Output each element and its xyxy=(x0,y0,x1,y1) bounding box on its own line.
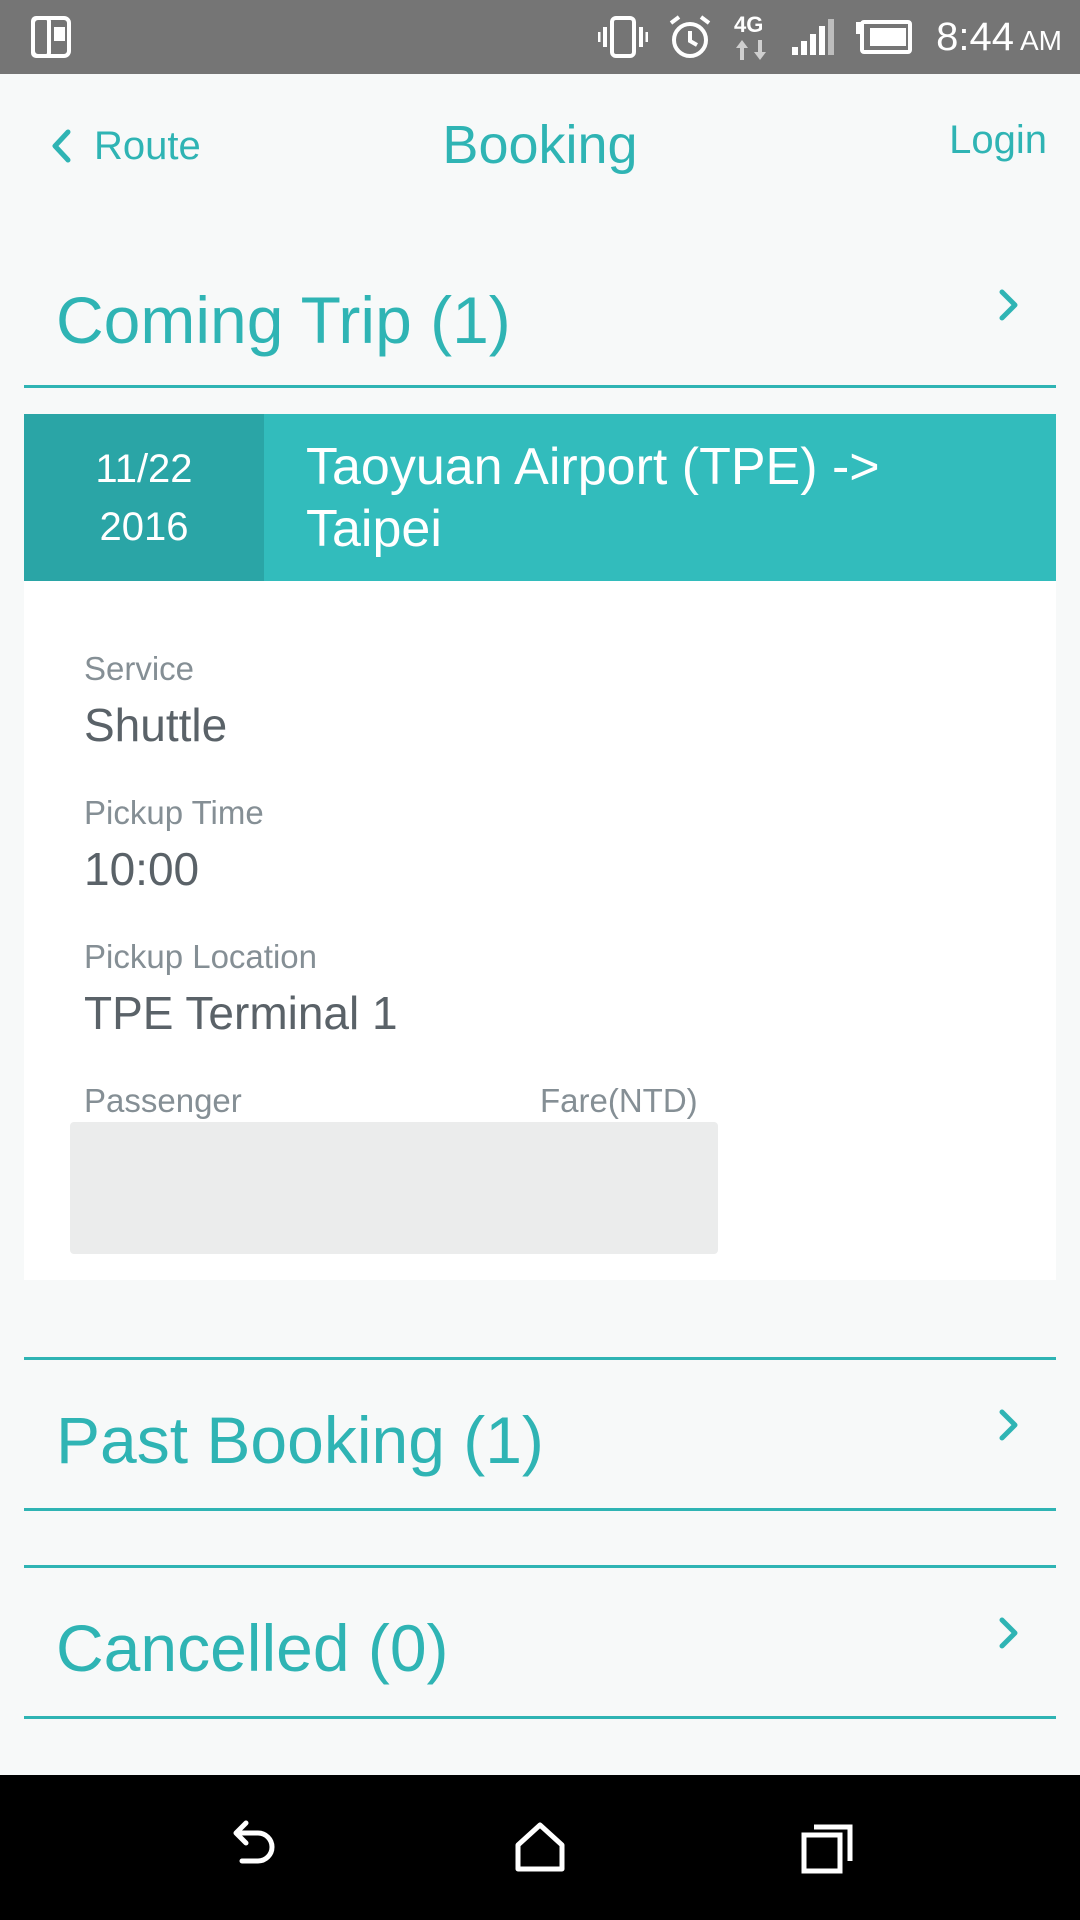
clock: 8:44 AM xyxy=(936,14,1062,59)
battery-icon xyxy=(856,20,913,54)
trip-date-day: 11/22 xyxy=(95,447,193,491)
status-bar: 4G 8:44 AM xyxy=(0,0,1080,74)
4g-data-icon: 4G xyxy=(734,12,767,60)
screen-mirror-icon xyxy=(30,15,72,59)
login-link[interactable]: Login xyxy=(949,118,1047,163)
app-header: Route Booking Login xyxy=(0,74,1080,214)
recent-apps-icon[interactable] xyxy=(798,1817,858,1877)
section-past-booking[interactable]: Past Booking (1) xyxy=(24,1360,1056,1508)
pickup-time-value: 10:00 xyxy=(84,843,200,895)
divider xyxy=(24,385,1056,388)
chevron-right-icon xyxy=(999,1409,1018,1441)
divider xyxy=(24,1716,1056,1719)
service-label: Service xyxy=(84,650,195,687)
system-nav-bar xyxy=(0,1775,1080,1920)
pickup-location-value: TPE Terminal 1 xyxy=(84,987,398,1039)
page-title: Booking xyxy=(442,115,638,175)
passenger-label: Passenger xyxy=(84,1082,242,1119)
back-icon[interactable] xyxy=(222,1817,282,1877)
service-value: Shuttle xyxy=(84,699,228,751)
section-coming-trip[interactable]: Coming Trip (1) xyxy=(24,262,1056,382)
chevron-right-icon xyxy=(999,1617,1018,1649)
section-past-booking-label: Past Booking (1) xyxy=(56,1403,544,1477)
trip-route: Taoyuan Airport (TPE) -> Taipei xyxy=(306,438,880,558)
vibrate-icon xyxy=(598,16,649,58)
trip-card-header: 11/22 2016 Taoyuan Airport (TPE) -> Taip… xyxy=(24,414,1056,581)
section-cancelled-label: Cancelled (0) xyxy=(56,1611,449,1685)
home-icon[interactable] xyxy=(510,1817,570,1877)
pickup-location-label: Pickup Location xyxy=(84,938,317,975)
redacted-passenger-info xyxy=(70,1122,718,1254)
signal-icon xyxy=(792,19,835,55)
trip-date: 11/22 2016 xyxy=(24,414,264,581)
trip-card[interactable]: 11/22 2016 Taoyuan Airport (TPE) -> Taip… xyxy=(24,414,1056,1280)
section-cancelled[interactable]: Cancelled (0) xyxy=(24,1568,1056,1716)
section-coming-trip-label: Coming Trip (1) xyxy=(56,283,511,357)
pickup-time-label: Pickup Time xyxy=(84,794,264,831)
svg-text:4G: 4G xyxy=(734,12,763,37)
trip-date-year: 2016 xyxy=(99,505,189,549)
divider xyxy=(24,1508,1056,1511)
alarm-icon xyxy=(669,15,711,58)
fare-label: Fare(NTD) xyxy=(540,1082,698,1119)
chevron-right-icon xyxy=(999,289,1018,321)
